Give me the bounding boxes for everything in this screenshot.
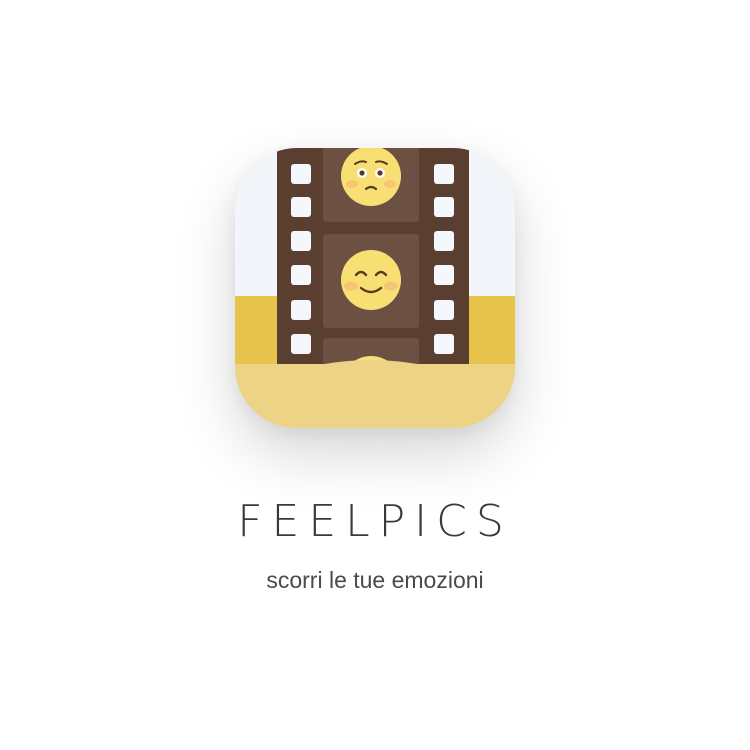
pocket-front [235, 360, 515, 428]
worried-face-emoji [341, 148, 401, 206]
app-tagline: scorri le tue emozioni [266, 567, 484, 593]
film-strip-emoji-icon [235, 148, 515, 428]
app-showcase: FEELPICS scorri le tue emozioni [0, 0, 750, 750]
app-name: FEELPICS [237, 496, 513, 547]
smiling-face-emoji [341, 250, 401, 310]
